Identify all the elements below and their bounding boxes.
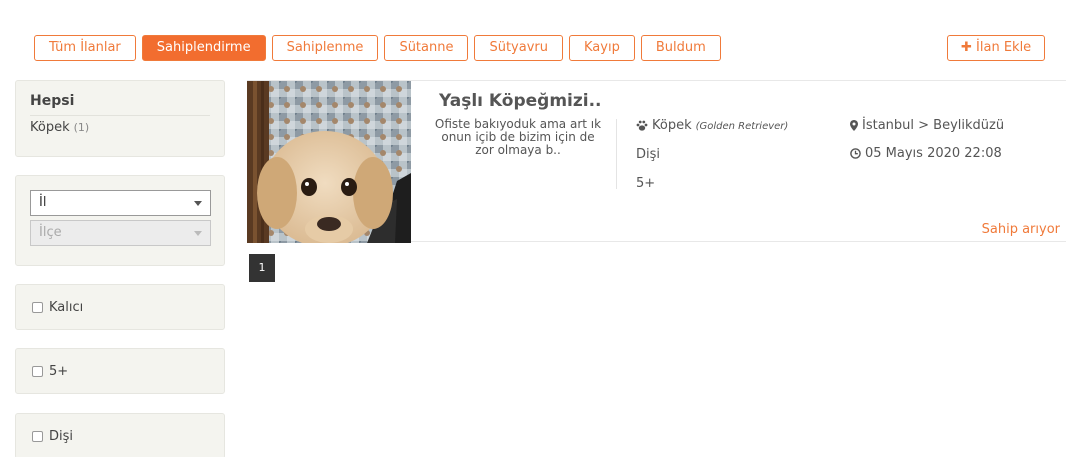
species-row: Köpek (Golden Retriever): [636, 118, 788, 147]
permanent-checkbox-label: Kalıcı: [49, 299, 84, 315]
listing-photo[interactable]: [247, 81, 411, 243]
chevron-down-icon: [194, 201, 202, 206]
tab-foster-baby[interactable]: Sütyavru: [474, 35, 563, 61]
category-heading[interactable]: Hepsi: [30, 93, 210, 116]
card-divider: [616, 119, 617, 189]
tab-all-listings[interactable]: Tüm İlanlar: [34, 35, 136, 61]
breed-value: (Golden Retriever): [695, 121, 789, 132]
tab-foster-mother[interactable]: Sütanne: [384, 35, 469, 61]
add-listing-label: İlan Ekle: [976, 40, 1032, 55]
listing-meta: İstanbul > Beylikdüzü 05 Mayıs 2020 22:0…: [850, 118, 1004, 174]
age-row: 5+: [636, 176, 788, 205]
add-listing-button[interactable]: ✚ İlan Ekle: [947, 35, 1046, 61]
pagination-page-1[interactable]: 1: [249, 254, 275, 282]
listing-info: Köpek (Golden Retriever) Dişi 5+: [636, 118, 788, 205]
tab-found[interactable]: Buldum: [640, 35, 721, 61]
permanent-filter-panel: Kalıcı: [15, 284, 225, 330]
date-row: 05 Mayıs 2020 22:08: [850, 146, 1004, 174]
category-item-dog[interactable]: Köpek (1): [30, 120, 210, 135]
gender-row: Dişi: [636, 147, 788, 176]
tab-adopting[interactable]: Sahiplenme: [271, 35, 379, 61]
female-filter-panel: Dişi: [15, 413, 225, 457]
location-row: İstanbul > Beylikdüzü: [850, 118, 1004, 146]
district-select: İlçe: [30, 220, 211, 246]
location-value: İstanbul > Beylikdüzü: [862, 118, 1005, 133]
listing-card[interactable]: Yaşlı Köpeğmizi.. Ofiste bakıyoduk ama a…: [247, 80, 1066, 243]
listing-title[interactable]: Yaşlı Köpeğmizi..: [439, 91, 602, 111]
chevron-down-icon: [194, 231, 202, 236]
tab-lost[interactable]: Kayıp: [569, 35, 635, 61]
female-checkbox[interactable]: [32, 430, 43, 442]
listing-description: Ofiste bakıyoduk ama art ık onun içib de…: [434, 117, 602, 157]
permanent-checkbox[interactable]: [32, 301, 43, 313]
category-item-label: Köpek: [30, 120, 70, 135]
age-checkbox[interactable]: [32, 365, 43, 377]
age-value: 5+: [636, 176, 656, 191]
gender-value: Dişi: [636, 147, 661, 162]
listing-type-tabs: Tüm İlanlar Sahiplendirme Sahiplenme Süt…: [34, 35, 721, 61]
map-marker-icon: [850, 120, 858, 131]
paw-icon: [636, 120, 648, 131]
city-select-value: İl: [39, 195, 47, 210]
species-value: Köpek: [652, 118, 692, 133]
listing-status: Sahip arıyor: [981, 222, 1060, 237]
district-select-value: İlçe: [39, 225, 62, 240]
city-select[interactable]: İl: [30, 190, 211, 216]
plus-icon: ✚: [961, 40, 972, 55]
date-value: 05 Mayıs 2020 22:08: [865, 146, 1002, 161]
age-filter-panel: 5+: [15, 348, 225, 394]
clock-icon: [850, 148, 861, 159]
tab-rehoming[interactable]: Sahiplendirme: [141, 35, 266, 61]
location-filter-panel: İl İlçe: [15, 175, 225, 266]
female-checkbox-label: Dişi: [49, 428, 74, 444]
category-item-count: (1): [73, 121, 90, 134]
category-filter-panel: Hepsi Köpek (1): [15, 80, 225, 157]
age-checkbox-label: 5+: [49, 363, 69, 379]
